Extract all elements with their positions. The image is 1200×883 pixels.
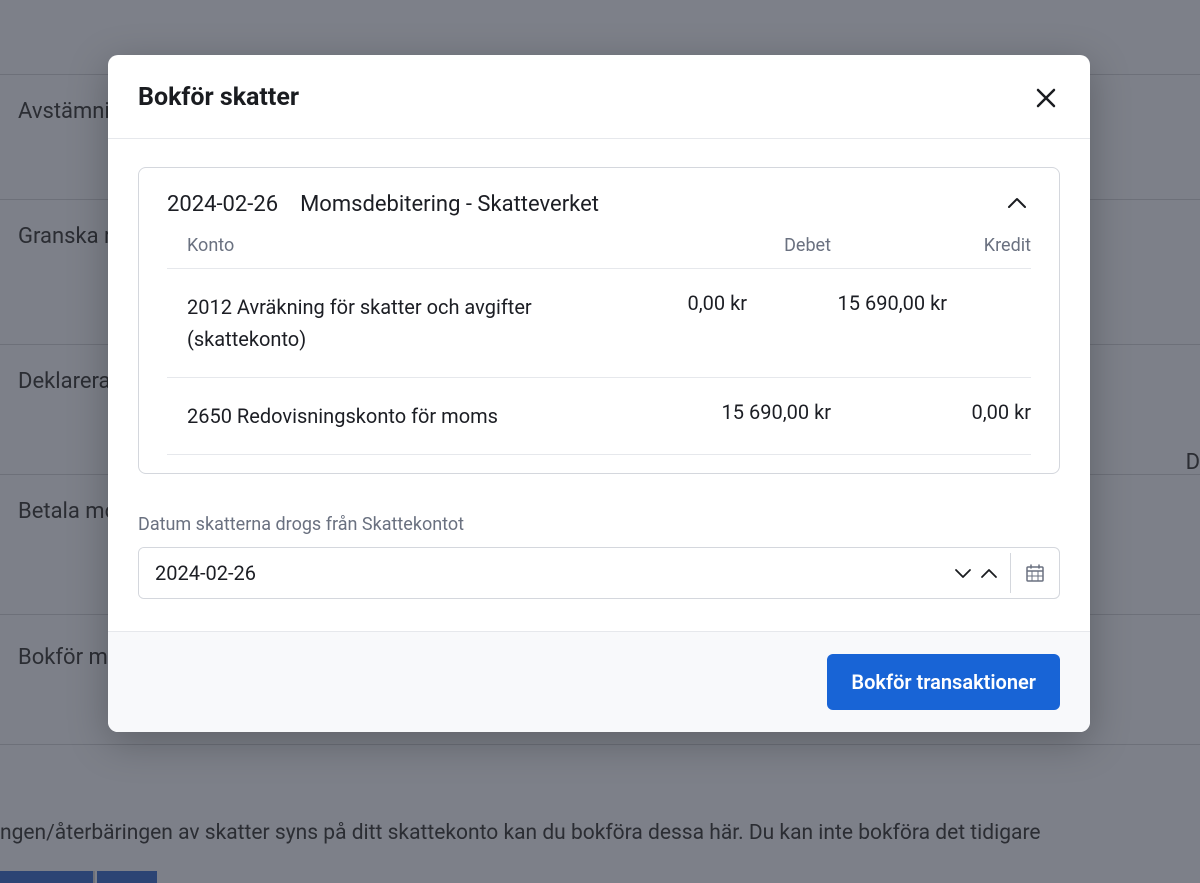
cell-debet: 15 690,00 kr — [651, 400, 831, 432]
col-header-kredit: Kredit — [831, 235, 1031, 256]
cell-kredit: 15 690,00 kr — [747, 291, 947, 355]
bg-bottom-text: ngen/återbäringen av skatter syns på dit… — [0, 813, 1200, 853]
table-row: 2650 Redovisningskonto för moms 15 690,0… — [167, 378, 1031, 455]
cell-konto: 2650 Redovisningskonto för moms — [187, 400, 651, 432]
date-input-wrapper — [138, 547, 1060, 599]
close-icon — [1035, 87, 1057, 109]
transaction-card: 2024-02-26 Momsdebitering - Skatteverket… — [138, 167, 1060, 474]
modal-title: Bokför skatter — [138, 83, 299, 112]
collapse-button[interactable] — [1003, 193, 1031, 216]
date-decrement-button[interactable] — [950, 562, 976, 585]
bg-blue — [97, 871, 157, 883]
submit-button[interactable]: Bokför transaktioner — [827, 654, 1060, 710]
close-button[interactable] — [1032, 84, 1060, 112]
cell-debet: 0,00 kr — [567, 291, 747, 355]
date-increment-button[interactable] — [976, 562, 1002, 585]
transaction-table: Konto Debet Kredit 2012 Avräkning för sk… — [139, 235, 1059, 473]
modal-dialog: Bokför skatter 2024-02-26 Momsdebitering… — [108, 55, 1090, 732]
chevron-up-icon — [1007, 197, 1027, 209]
modal-header: Bokför skatter — [108, 55, 1090, 139]
date-calendar-button[interactable] — [1010, 553, 1059, 593]
col-header-konto: Konto — [187, 235, 651, 256]
modal-footer: Bokför transaktioner — [108, 631, 1090, 732]
table-row: 2012 Avräkning för skatter och avgifter … — [167, 269, 1031, 378]
card-header[interactable]: 2024-02-26 Momsdebitering - Skatteverket — [139, 168, 1059, 235]
chevron-down-icon — [954, 568, 972, 579]
calendar-icon — [1025, 563, 1045, 583]
cell-konto: 2012 Avräkning för skatter och avgifter … — [187, 291, 567, 355]
transaction-date: 2024-02-26 — [167, 192, 278, 217]
bg-right-letter: D — [1186, 450, 1200, 475]
date-input-label: Datum skatterna drogs från Skattekontot — [138, 514, 1060, 535]
bg-blue — [0, 871, 95, 883]
col-header-debet: Debet — [651, 235, 831, 256]
modal-body: 2024-02-26 Momsdebitering - Skatteverket… — [108, 139, 1090, 631]
chevron-up-icon — [980, 568, 998, 579]
transaction-description: Momsdebitering - Skatteverket — [300, 192, 599, 217]
cell-kredit: 0,00 kr — [831, 400, 1031, 432]
table-head: Konto Debet Kredit — [167, 235, 1031, 269]
date-input[interactable] — [139, 548, 950, 598]
